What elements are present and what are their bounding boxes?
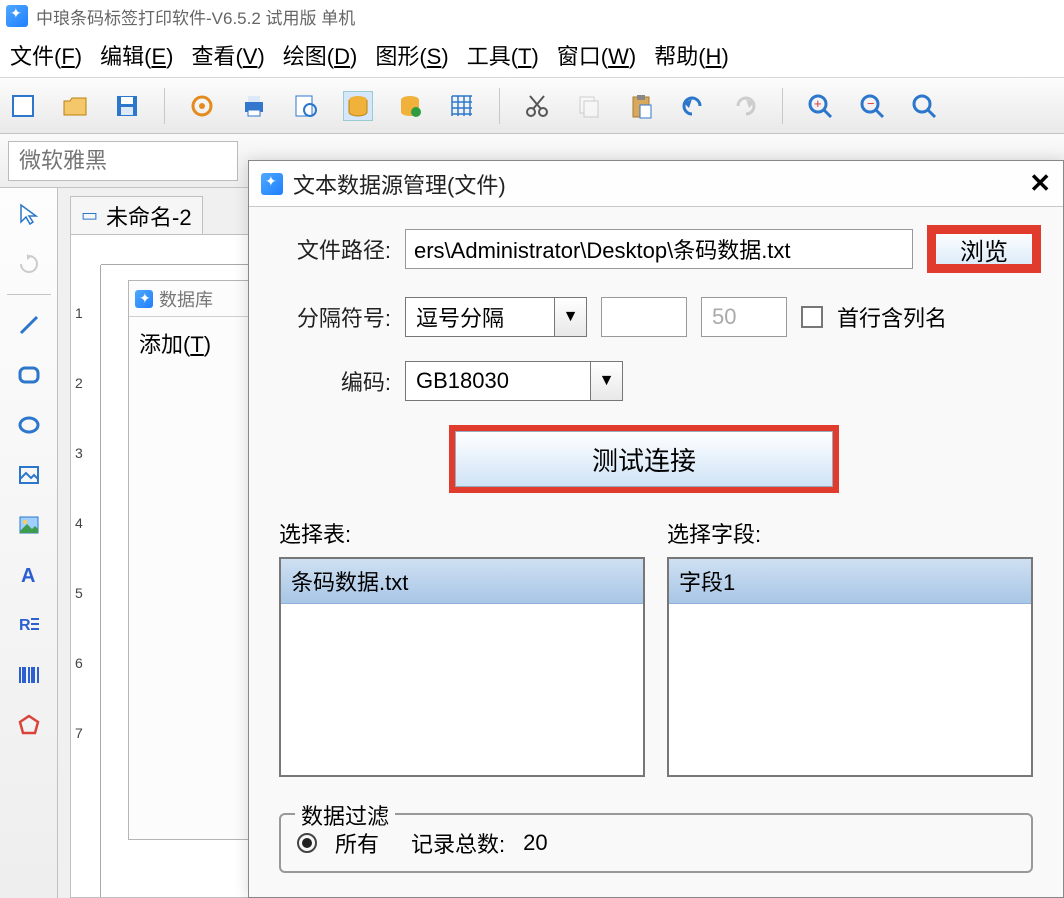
settings-icon[interactable]: [187, 91, 217, 121]
open-icon[interactable]: [60, 91, 90, 121]
data-filter-group: 数据过滤 所有 记录总数: 20: [279, 813, 1033, 873]
close-icon[interactable]: ✕: [1029, 168, 1051, 199]
field-listbox[interactable]: 字段1: [667, 557, 1033, 777]
menu-draw[interactable]: 绘图(D): [283, 39, 358, 71]
table-listbox[interactable]: 条码数据.txt: [279, 557, 645, 777]
svg-text:A: A: [21, 565, 35, 587]
polygon-tool-icon[interactable]: [9, 705, 49, 745]
pointer-tool-icon[interactable]: [9, 194, 49, 234]
record-count-value: 20: [523, 830, 547, 856]
filter-all-label: 所有: [335, 827, 379, 859]
menu-view[interactable]: 查看(V): [191, 39, 264, 71]
delimiter-select[interactable]: 逗号分隔: [405, 297, 555, 337]
delimiter-label: 分隔符号:: [271, 301, 391, 333]
grid-icon[interactable]: [447, 91, 477, 121]
menu-edit[interactable]: 编辑(E): [100, 39, 173, 71]
menu-help[interactable]: 帮助(H): [654, 39, 729, 71]
menu-shape[interactable]: 图形(S): [375, 39, 448, 71]
new-doc-icon[interactable]: [8, 91, 38, 121]
dialog-icon: [261, 173, 283, 195]
paste-icon[interactable]: [626, 91, 656, 121]
undo-icon[interactable]: [678, 91, 708, 121]
first-row-columns-checkbox[interactable]: [801, 306, 823, 328]
test-connection-highlight: 测试连接: [449, 425, 839, 493]
ruler-vertical: 1 2 3 4 5 6 7: [71, 265, 101, 897]
richtext-tool-icon[interactable]: R: [9, 605, 49, 645]
db-panel-title: 数据库: [159, 286, 213, 312]
browse-button[interactable]: 浏览: [927, 225, 1041, 273]
zoom-fit-icon[interactable]: [909, 91, 939, 121]
font-name-input[interactable]: [8, 141, 238, 181]
line-tool-icon[interactable]: [9, 305, 49, 345]
roundrect-tool-icon[interactable]: [9, 355, 49, 395]
path-label: 文件路径:: [271, 233, 391, 265]
copy-icon[interactable]: [574, 91, 604, 121]
document-tab[interactable]: ▭ 未命名-2: [70, 196, 203, 234]
encoding-select[interactable]: GB18030: [405, 361, 591, 401]
redo-icon[interactable]: [730, 91, 760, 121]
app-title: 中琅条码标签打印软件-V6.5.2 试用版 单机: [36, 4, 355, 29]
first-row-columns-label: 首行含列名: [837, 301, 947, 333]
select-field-label: 选择字段:: [667, 517, 1033, 549]
file-path-input[interactable]: [405, 229, 913, 269]
encoding-label: 编码:: [271, 365, 391, 397]
menu-bar: 文件(F) 编辑(E) 查看(V) 绘图(D) 图形(S) 工具(T) 窗口(W…: [0, 32, 1064, 78]
menu-file[interactable]: 文件(F): [10, 39, 82, 71]
db-panel-icon: [135, 290, 153, 308]
zoom-out-icon[interactable]: −: [857, 91, 887, 121]
svg-text:−: −: [867, 96, 875, 111]
titlebar: 中琅条码标签打印软件-V6.5.2 试用版 单机: [0, 0, 1064, 32]
document-icon: ▭: [81, 205, 98, 226]
print-preview-icon[interactable]: [291, 91, 321, 121]
database-icon[interactable]: [343, 91, 373, 121]
delimiter-extra-input[interactable]: [601, 297, 687, 337]
svg-text:R: R: [19, 617, 31, 634]
print-icon[interactable]: [239, 91, 269, 121]
main-toolbar: + −: [0, 78, 1064, 134]
select-table-label: 选择表:: [279, 517, 645, 549]
document-tab-label: 未命名-2: [106, 200, 192, 232]
text-tool-icon[interactable]: A: [9, 555, 49, 595]
rotate-tool-icon[interactable]: [9, 244, 49, 284]
svg-text:+: +: [814, 96, 822, 111]
image-color-tool-icon[interactable]: [9, 505, 49, 545]
app-icon: [6, 5, 28, 27]
test-connection-button[interactable]: 测试连接: [455, 431, 833, 487]
menu-tool[interactable]: 工具(T): [467, 39, 539, 71]
chevron-down-icon[interactable]: ▼: [591, 361, 623, 401]
save-icon[interactable]: [112, 91, 142, 121]
cut-icon[interactable]: [522, 91, 552, 121]
sample-count-input: [701, 297, 787, 337]
filter-all-radio[interactable]: [297, 833, 317, 853]
dialog-titlebar: 文本数据源管理(文件) ✕: [249, 161, 1063, 207]
list-item[interactable]: 条码数据.txt: [281, 559, 643, 604]
menu-window[interactable]: 窗口(W): [557, 39, 636, 71]
data-filter-legend: 数据过滤: [295, 799, 395, 831]
barcode-tool-icon[interactable]: [9, 655, 49, 695]
ellipse-tool-icon[interactable]: [9, 405, 49, 445]
text-datasource-dialog: 文本数据源管理(文件) ✕ 文件路径: 浏览 分隔符号: 逗号分隔 ▼ 首行含列…: [248, 160, 1064, 898]
left-tool-palette: A R: [0, 188, 58, 898]
dialog-title: 文本数据源管理(文件): [293, 168, 506, 200]
list-item[interactable]: 字段1: [669, 559, 1031, 604]
database-green-icon[interactable]: [395, 91, 425, 121]
chevron-down-icon[interactable]: ▼: [555, 297, 587, 337]
record-count-label: 记录总数:: [411, 827, 505, 859]
zoom-in-icon[interactable]: +: [805, 91, 835, 121]
image-outline-tool-icon[interactable]: [9, 455, 49, 495]
